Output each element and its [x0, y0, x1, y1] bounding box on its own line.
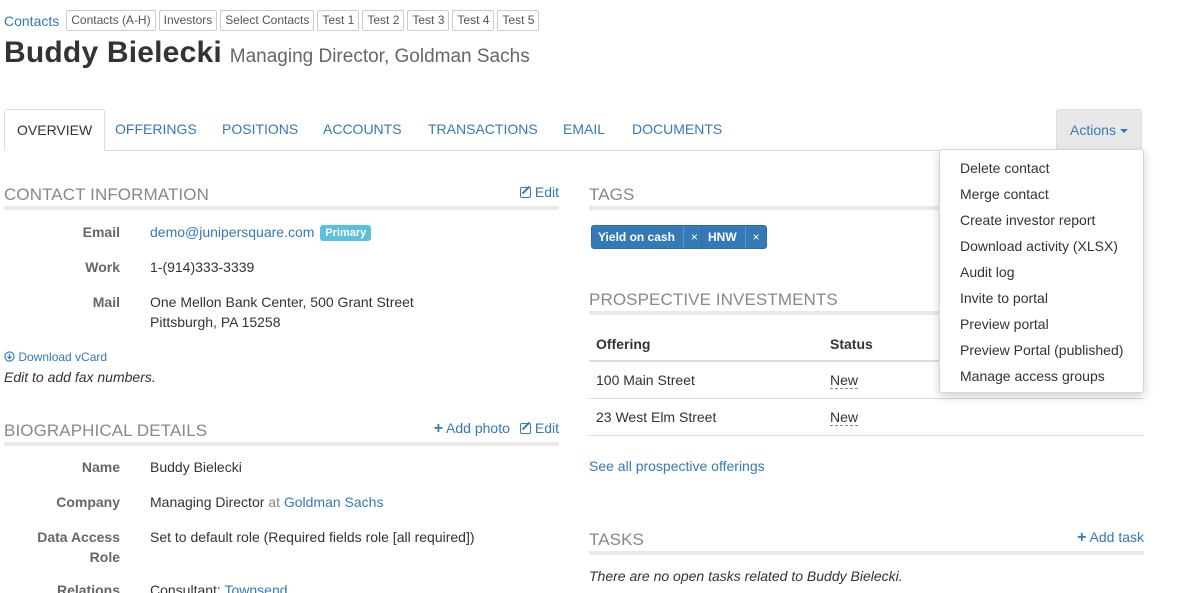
name-value: Buddy Bielecki	[150, 459, 242, 475]
col-offering-header: Offering	[596, 336, 651, 352]
tab-offerings[interactable]: OFFERINGS	[115, 109, 197, 151]
email-value: demo@junipersquare.com Primary	[150, 224, 372, 241]
list-chip[interactable]: Select Contacts	[220, 10, 315, 31]
remove-tag-icon[interactable]: ×	[682, 226, 698, 248]
contact-name: Buddy Bielecki	[4, 36, 222, 69]
menu-item-download-activity[interactable]: Download activity (XLSX)	[940, 233, 1143, 259]
contact-info-header: CONTACT INFORMATION Edit	[4, 182, 559, 210]
tab-accounts[interactable]: ACCOUNTS	[323, 109, 402, 151]
data-access-role-value: Set to default role (Required fields rol…	[150, 529, 475, 545]
email-link[interactable]: demo@junipersquare.com	[150, 224, 314, 240]
work-phone: 1-(914)333-3339	[150, 259, 255, 275]
tasks-empty-note: There are no open tasks related to Buddy…	[589, 568, 903, 584]
add-photo-label: Add photo	[446, 420, 510, 436]
add-photo-link[interactable]: + Add photo	[433, 420, 510, 437]
data-access-label-line1: Data Access	[37, 529, 120, 545]
actions-label: Actions	[1070, 122, 1116, 138]
relations-value: Consultant: Townsend	[150, 582, 288, 593]
edit-icon	[519, 423, 531, 434]
company-label: Company	[56, 494, 120, 510]
menu-item-create-investor-report[interactable]: Create investor report	[940, 207, 1143, 233]
list-chip[interactable]: Contacts (A-H)	[66, 10, 156, 31]
plus-icon: +	[1077, 529, 1087, 546]
menu-item-preview-portal[interactable]: Preview portal	[940, 311, 1143, 337]
name-label: Name	[81, 459, 120, 475]
tag-hnw: HNW ×	[701, 225, 767, 249]
tab-positions[interactable]: POSITIONS	[222, 109, 298, 151]
tasks-header: TASKS + Add task	[589, 527, 1144, 555]
relations-label: Relations	[56, 582, 120, 593]
company-at: at	[268, 494, 280, 510]
work-label: Work	[85, 259, 120, 275]
breadcrumb: Contacts Contacts (A-H) Investors Select…	[4, 10, 540, 31]
plus-icon: +	[433, 420, 444, 437]
download-vcard-label: Download vCard	[18, 350, 108, 364]
bio-heading: BIOGRAPHICAL DETAILS	[4, 421, 208, 440]
data-access-label-line2: Role	[89, 549, 120, 565]
relations-link[interactable]: Townsend	[224, 582, 287, 593]
caret-down-icon	[1119, 129, 1128, 134]
tag-yield-on-cash: Yield on cash ×	[591, 225, 705, 249]
tags-heading: TAGS	[589, 185, 635, 204]
email-label: Email	[82, 224, 120, 240]
add-task-link[interactable]: + Add task	[1077, 529, 1144, 546]
add-task-label: Add task	[1089, 529, 1144, 545]
edit-label: Edit	[534, 420, 559, 436]
edit-icon	[519, 187, 531, 198]
edit-label: Edit	[534, 184, 559, 200]
company-title: Managing Director	[150, 494, 265, 510]
bio-edit-link[interactable]: Edit	[519, 420, 559, 436]
contact-role: Managing Director, Goldman Sachs	[229, 46, 530, 67]
tag-label: Yield on cash	[598, 230, 675, 244]
primary-badge: Primary	[320, 225, 372, 241]
mail-label: Mail	[92, 294, 120, 310]
tab-documents[interactable]: DOCUMENTS	[632, 109, 722, 151]
tasks-empty-prefix: There are no open tasks related to	[589, 568, 804, 584]
tag-label: HNW	[708, 230, 737, 244]
menu-item-invite-to-portal[interactable]: Invite to portal	[940, 285, 1143, 311]
list-chip[interactable]: Investors	[158, 10, 218, 31]
menu-item-preview-portal-published[interactable]: Preview Portal (published)	[940, 337, 1143, 363]
menu-item-merge-contact[interactable]: Merge contact	[940, 181, 1143, 207]
prospective-heading: PROSPECTIVE INVESTMENTS	[589, 290, 838, 309]
status-cell[interactable]: New	[830, 372, 859, 389]
tab-bar: OVERVIEW OFFERINGS POSITIONS ACCOUNTS TR…	[4, 109, 1143, 151]
mail-address-line1: One Mellon Bank Center, 500 Grant Street	[150, 294, 414, 310]
relations-prefix: Consultant:	[150, 582, 221, 593]
tab-transactions[interactable]: TRANSACTIONS	[428, 109, 538, 151]
actions-button[interactable]: Actions	[1056, 109, 1142, 150]
mail-address-line2: Pittsburgh, PA 15258	[150, 314, 281, 330]
company-value: Managing Director at Goldman Sachs	[150, 494, 383, 510]
contact-info-edit-link[interactable]: Edit	[519, 184, 559, 200]
list-chip[interactable]: Test 2	[362, 10, 405, 31]
list-chip[interactable]: Test 3	[407, 10, 450, 31]
list-chip[interactable]: Test 5	[497, 10, 540, 31]
offering-cell: 100 Main Street	[596, 372, 695, 388]
status-cell[interactable]: New	[830, 409, 859, 426]
menu-item-audit-log[interactable]: Audit log	[940, 259, 1143, 285]
download-circle-icon	[4, 351, 15, 362]
remove-tag-icon[interactable]: ×	[744, 226, 760, 248]
list-chip[interactable]: Test 1	[317, 10, 360, 31]
breadcrumb-contacts-link[interactable]: Contacts	[4, 13, 59, 29]
page-title: Buddy Bielecki Managing Director, Goldma…	[4, 36, 530, 70]
actions-menu: Delete contact Merge contact Create inve…	[939, 149, 1144, 393]
fax-note: Edit to add fax numbers.	[4, 369, 156, 385]
table-row: 23 West Elm Street New	[589, 399, 1144, 436]
tab-overview[interactable]: OVERVIEW	[4, 109, 106, 151]
contact-info-heading: CONTACT INFORMATION	[4, 185, 209, 204]
tab-email[interactable]: EMAIL	[563, 109, 605, 151]
menu-item-delete-contact[interactable]: Delete contact	[940, 155, 1143, 181]
menu-item-manage-access-groups[interactable]: Manage access groups	[940, 363, 1143, 389]
download-vcard-link[interactable]: Download vCard	[4, 350, 107, 364]
see-all-prospective-link[interactable]: See all prospective offerings	[589, 458, 765, 474]
company-link[interactable]: Goldman Sachs	[284, 494, 384, 510]
tasks-empty-name: Buddy Bielecki	[806, 568, 899, 584]
list-chip[interactable]: Test 4	[452, 10, 495, 31]
offering-cell: 23 West Elm Street	[596, 409, 717, 425]
bio-header: BIOGRAPHICAL DETAILS + Add photo Edit	[4, 418, 559, 446]
col-status-header: Status	[830, 336, 873, 352]
tasks-heading: TASKS	[589, 530, 644, 549]
